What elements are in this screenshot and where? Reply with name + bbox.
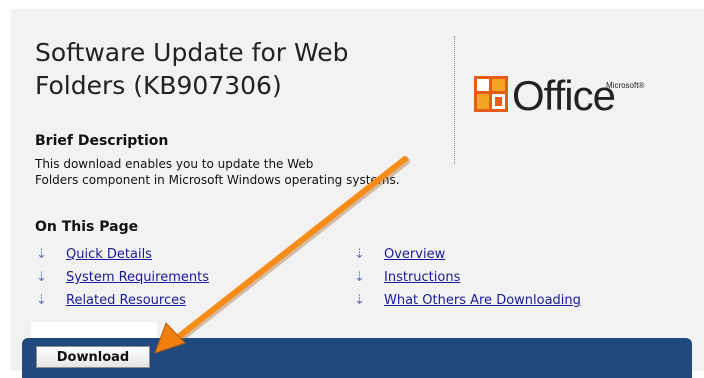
link-instructions[interactable]: Instructions	[384, 270, 460, 285]
vertical-divider	[454, 36, 455, 164]
link-what-others-are-downloading[interactable]: What Others Are Downloading	[384, 293, 581, 308]
list-item: ⇣ Related Resources	[36, 289, 209, 312]
down-arrow-icon: ⇣	[36, 270, 47, 285]
down-arrow-icon: ⇣	[36, 247, 47, 262]
list-item: ⇣ Instructions	[354, 266, 581, 289]
on-this-page-right-links: ⇣ Overview ⇣ Instructions ⇣ What Others Are…	[354, 243, 581, 312]
page-title-line-1: Software Update for Web	[35, 38, 349, 67]
link-system-requirements[interactable]: System Requirements	[66, 270, 209, 285]
brief-description-line-1: This download enables you to update the …	[35, 157, 314, 171]
link-related-resources[interactable]: Related Resources	[66, 293, 186, 308]
down-arrow-icon: ⇣	[354, 247, 365, 262]
list-item: ⇣ What Others Are Downloading	[354, 289, 581, 312]
download-button[interactable]: Download	[36, 346, 150, 368]
on-this-page-left-links: ⇣ Quick Details ⇣ System Requirements ⇣ Rel…	[36, 243, 209, 312]
link-quick-details[interactable]: Quick Details	[66, 247, 152, 262]
on-this-page-heading: On This Page	[35, 219, 139, 235]
link-overview[interactable]: Overview	[384, 247, 445, 262]
list-item: ⇣ System Requirements	[36, 266, 209, 289]
office-logo-superscript: Microsoft®	[606, 81, 645, 90]
brief-description-line-2: Folders component in Microsoft Windows o…	[35, 173, 400, 187]
brief-description-heading: Brief Description	[35, 133, 169, 149]
office-logo-text: Office	[512, 72, 616, 119]
list-item: ⇣ Quick Details	[36, 243, 209, 266]
brief-description-text: This download enables you to update the …	[35, 156, 515, 188]
down-arrow-icon: ⇣	[36, 293, 47, 308]
page-title-line-2: Folders (KB907306)	[35, 71, 282, 100]
down-arrow-icon: ⇣	[354, 293, 365, 308]
list-item: ⇣ Overview	[354, 243, 581, 266]
page-title: Software Update for Web Folders (KB90730…	[35, 36, 435, 102]
down-arrow-icon: ⇣	[354, 270, 365, 285]
